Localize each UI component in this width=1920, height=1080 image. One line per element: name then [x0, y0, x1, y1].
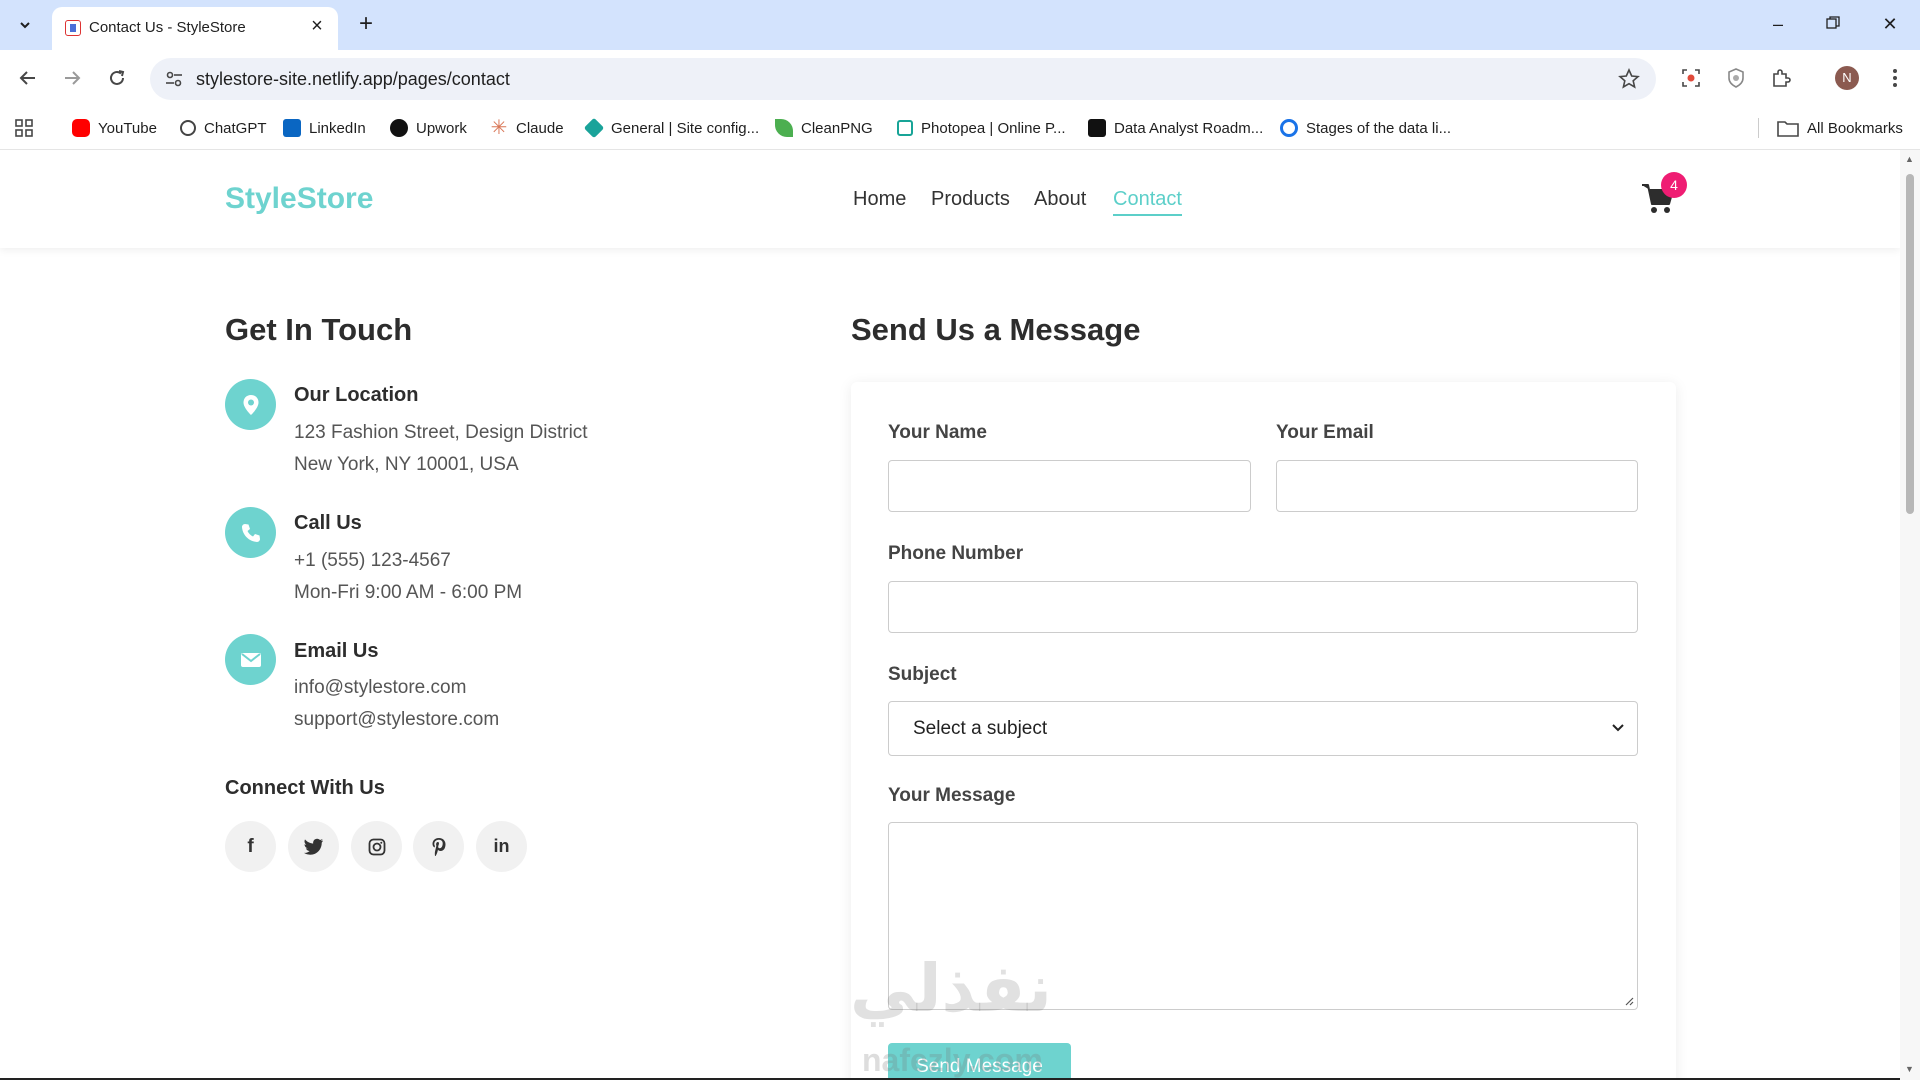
- bookmark-data-analyst-roadmap[interactable]: Data Analyst Roadm...: [1088, 118, 1263, 138]
- back-icon[interactable]: [12, 62, 44, 94]
- tab-strip: Contact Us - StyleStore × + – ✕: [0, 0, 1920, 50]
- apps-grid-icon[interactable]: [14, 118, 34, 138]
- watermark-latin: nafezly.com: [862, 1042, 1043, 1078]
- scroll-up-icon[interactable]: ▲: [1905, 154, 1914, 164]
- facebook-icon[interactable]: f: [225, 821, 276, 872]
- phone-number-text: +1 (555) 123-4567: [294, 550, 451, 571]
- phone-icon: [225, 507, 276, 558]
- chevron-down-icon: [1612, 724, 1624, 732]
- bookmark-cleanpng[interactable]: CleanPNG: [775, 118, 873, 138]
- bookmark-youtube[interactable]: YouTube: [72, 118, 157, 138]
- instagram-icon[interactable]: [351, 821, 402, 872]
- site-header: StyleStore Home Products About Contact 4: [0, 150, 1900, 248]
- site-logo[interactable]: StyleStore: [225, 182, 373, 216]
- tab-search-button[interactable]: [10, 10, 40, 40]
- url-text[interactable]: stylestore-site.netlify.app/pages/contac…: [196, 69, 510, 90]
- phone-hours-text: Mon-Fri 9:00 AM - 6:00 PM: [294, 582, 523, 603]
- nav-about[interactable]: About: [1034, 188, 1086, 211]
- chevron-down-icon: [20, 22, 30, 29]
- roadmap-icon: [1088, 119, 1106, 137]
- email-line-2[interactable]: support@stylestore.com: [294, 709, 499, 731]
- name-label: Your Name: [888, 422, 987, 443]
- message-label: Your Message: [888, 785, 1016, 806]
- resize-grip-icon[interactable]: [1624, 996, 1634, 1006]
- scroll-down-icon[interactable]: ▼: [1905, 1064, 1914, 1074]
- leaf-icon: [775, 119, 793, 137]
- name-input[interactable]: [888, 460, 1251, 512]
- site-info-icon[interactable]: [164, 69, 184, 89]
- nav-contact[interactable]: Contact: [1113, 188, 1182, 216]
- pinterest-icon[interactable]: [413, 821, 464, 872]
- bookmark-upwork[interactable]: Upwork: [390, 118, 467, 138]
- email-line-1[interactable]: info@stylestore.com: [294, 677, 466, 699]
- send-message-heading: Send Us a Message: [851, 312, 1141, 347]
- claude-icon: ✳: [490, 117, 508, 139]
- minimize-icon[interactable]: –: [1756, 8, 1800, 40]
- subject-label: Subject: [888, 664, 957, 685]
- reload-icon[interactable]: [101, 62, 133, 94]
- active-tab[interactable]: Contact Us - StyleStore ×: [52, 7, 338, 50]
- linkedin-icon: [283, 119, 301, 137]
- watermark-arabic: نفذلي: [850, 951, 1052, 1025]
- shield-extension-icon[interactable]: [1721, 63, 1751, 93]
- nav-products[interactable]: Products: [931, 188, 1010, 211]
- youtube-icon: [72, 119, 90, 137]
- bookmark-chatgpt[interactable]: ChatGPT: [180, 118, 267, 138]
- location-line-2: New York, NY 10001, USA: [294, 454, 519, 475]
- folder-icon: [1777, 121, 1799, 137]
- chatgpt-icon: [180, 120, 196, 136]
- envelope-icon: [225, 634, 276, 685]
- scrollbar-thumb[interactable]: [1906, 174, 1914, 514]
- close-window-icon[interactable]: ✕: [1868, 8, 1912, 40]
- forward-icon[interactable]: [56, 62, 88, 94]
- get-in-touch-heading: Get In Touch: [225, 312, 413, 347]
- nav-home[interactable]: Home: [853, 188, 906, 211]
- phone-label: Phone Number: [888, 543, 1024, 564]
- subject-select[interactable]: Select a subject: [888, 701, 1638, 756]
- call-title: Call Us: [294, 512, 362, 534]
- puzzle-extensions-icon[interactable]: [1766, 63, 1796, 93]
- stages-icon: [1280, 119, 1298, 137]
- email-input[interactable]: [1276, 460, 1638, 512]
- page-scrollbar[interactable]: ▲ ▼: [1900, 150, 1920, 1080]
- screenshot-extension-icon[interactable]: [1676, 63, 1706, 93]
- bookmark-star-icon[interactable]: [1618, 68, 1640, 90]
- subject-select-value: Select a subject: [913, 718, 1048, 739]
- address-bar[interactable]: stylestore-site.netlify.app/pages/contac…: [150, 58, 1656, 100]
- email-title: Email Us: [294, 640, 379, 662]
- bookmark-general-site-config[interactable]: General | Site config...: [583, 117, 759, 139]
- page-viewport: StyleStore Home Products About Contact 4…: [0, 150, 1900, 1080]
- kebab-menu-icon[interactable]: [1880, 63, 1910, 93]
- bookmark-linkedin[interactable]: LinkedIn: [283, 118, 366, 138]
- bookmark-claude[interactable]: ✳ Claude: [490, 118, 564, 138]
- tab-favicon-icon: [65, 20, 81, 36]
- tab-title: Contact Us - StyleStore: [89, 19, 246, 36]
- bookmark-stages-data-lifecycle[interactable]: Stages of the data li...: [1280, 118, 1451, 138]
- connect-heading: Connect With Us: [225, 777, 385, 799]
- new-tab-button[interactable]: +: [352, 10, 380, 38]
- bookmarks-bar: YouTube ChatGPT LinkedIn Upwork ✳ Claude …: [0, 106, 1920, 150]
- profile-avatar[interactable]: N: [1835, 66, 1859, 90]
- photopea-icon: [897, 120, 913, 136]
- phone-input[interactable]: [888, 581, 1638, 633]
- email-label: Your Email: [1276, 422, 1374, 443]
- location-line-1: 123 Fashion Street, Design District: [294, 422, 588, 443]
- all-bookmarks[interactable]: All Bookmarks: [1758, 118, 1903, 138]
- browser-toolbar: stylestore-site.netlify.app/pages/contac…: [0, 50, 1920, 106]
- tab-close-icon[interactable]: ×: [306, 15, 328, 37]
- upwork-icon: [390, 119, 408, 137]
- map-pin-icon: [225, 379, 276, 430]
- diamond-icon: [583, 117, 605, 139]
- bookmark-photopea[interactable]: Photopea | Online P...: [897, 118, 1066, 138]
- linkedin-social-icon[interactable]: in: [476, 821, 527, 872]
- location-title: Our Location: [294, 384, 419, 406]
- cart-count-badge: 4: [1661, 172, 1687, 198]
- twitter-icon[interactable]: [288, 821, 339, 872]
- restore-icon[interactable]: [1811, 8, 1855, 40]
